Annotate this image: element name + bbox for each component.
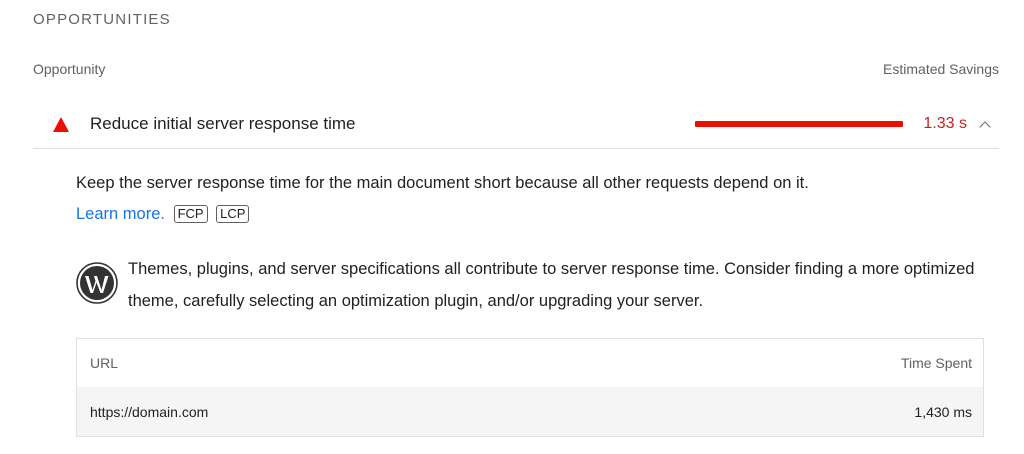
time-spent-column-header: Time Spent	[900, 355, 972, 371]
url-cell: https://domain.com	[90, 403, 209, 420]
audit-description: Keep the server response time for the ma…	[76, 168, 976, 230]
table-row: https://domain.com 1,430 ms	[77, 387, 983, 436]
column-headers: Opportunity Estimated Savings	[33, 61, 999, 77]
time-spent-cell: 1,430 ms	[914, 403, 972, 420]
wordpress-icon	[76, 262, 118, 304]
metric-badge-fcp: FCP	[173, 205, 208, 223]
section-title: OPPORTUNITIES	[33, 11, 171, 28]
savings-bar	[695, 121, 904, 127]
savings-column-header: Estimated Savings	[883, 61, 999, 77]
stack-pack-text: Themes, plugins, and server specificatio…	[128, 260, 975, 310]
details-table: URL Time Spent https://domain.com 1,430 …	[76, 338, 984, 437]
learn-more-link[interactable]: Learn more.	[76, 205, 165, 223]
audit-summary-row[interactable]: Reduce initial server response time 1.33…	[33, 100, 999, 149]
description-text: Keep the server response time for the ma…	[76, 174, 809, 192]
url-column-header: URL	[90, 355, 119, 371]
opportunity-column-header: Opportunity	[33, 61, 106, 77]
stack-pack-advice: Themes, plugins, and server specificatio…	[76, 253, 986, 317]
audit-title: Reduce initial server response time	[90, 114, 356, 133]
table-header-row: URL Time Spent	[77, 339, 983, 387]
chevron-up-icon[interactable]	[979, 121, 991, 133]
savings-value: 1.33 s	[923, 115, 967, 132]
fail-triangle-icon	[53, 116, 69, 132]
metric-badge-lcp: LCP	[216, 205, 250, 223]
